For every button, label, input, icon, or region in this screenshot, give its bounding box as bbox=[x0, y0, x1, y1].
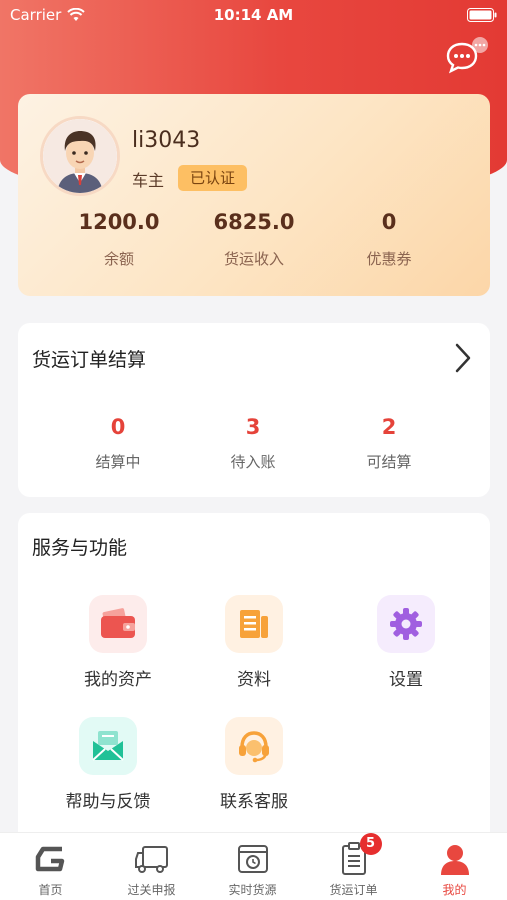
tab-mine[interactable]: 我的 bbox=[404, 841, 505, 898]
document-icon bbox=[225, 595, 283, 653]
role-label: 车主 bbox=[132, 171, 165, 190]
truck-icon bbox=[134, 841, 170, 877]
freight-income-value: 6825.0 bbox=[213, 210, 295, 234]
service-help-feedback[interactable]: 帮助与反馈 bbox=[38, 717, 178, 812]
service-contact-support-label: 联系客服 bbox=[220, 792, 288, 812]
freight-income-stat[interactable]: 6825.0 货运收入 bbox=[189, 210, 319, 269]
mail-icon bbox=[79, 717, 137, 775]
tab-customs-declaration-label: 过关申报 bbox=[127, 883, 176, 897]
verified-badge: 已认证 bbox=[178, 165, 248, 191]
tab-home[interactable]: 首页 bbox=[0, 841, 101, 898]
service-settings[interactable]: 设置 bbox=[336, 595, 476, 690]
tab-customs-declaration[interactable]: 过关申报 bbox=[101, 841, 202, 898]
settleable-label: 可结算 bbox=[366, 453, 412, 471]
freight-income-label: 货运收入 bbox=[223, 250, 284, 268]
service-profile-data[interactable]: 资料 bbox=[184, 595, 324, 690]
service-settings-label: 设置 bbox=[389, 670, 423, 690]
settleable-stat[interactable]: 2 可结算 bbox=[324, 415, 454, 472]
settling-label: 结算中 bbox=[95, 453, 141, 471]
services-card: 服务与功能 我的资产 资料 设置 帮助与反馈 联系客服 bbox=[18, 513, 490, 843]
pending-stat[interactable]: 3 待入账 bbox=[188, 415, 318, 472]
settlement-title: 货运订单结算 bbox=[32, 349, 147, 371]
settleable-value: 2 bbox=[381, 415, 397, 439]
freight-orders-badge: 5 bbox=[359, 833, 382, 855]
tab-freight-orders-label: 货运订单 bbox=[329, 883, 378, 897]
messages-button[interactable] bbox=[446, 36, 494, 76]
tab-live-cargo[interactable]: 实时货源 bbox=[202, 841, 303, 898]
bottom-tab-bar: 首页 过关申报 实时货源 5 货运订单 我的 bbox=[0, 832, 507, 900]
service-my-assets[interactable]: 我的资产 bbox=[48, 595, 188, 690]
balance-label: 余额 bbox=[103, 250, 134, 268]
pending-label: 待入账 bbox=[230, 453, 276, 471]
pending-value: 3 bbox=[245, 415, 261, 439]
wallet-icon bbox=[89, 595, 147, 653]
chevron-right-icon[interactable] bbox=[452, 341, 474, 375]
battery-icon bbox=[467, 8, 497, 22]
username: li3043 bbox=[132, 128, 201, 153]
settling-value: 0 bbox=[110, 415, 126, 439]
status-bar: Carrier 10:14 AM bbox=[0, 0, 507, 30]
chat-bubble-icon bbox=[446, 37, 488, 74]
profile-card[interactable]: li3043 车主 已认证 1200.0 余额 6825.0 货运收入 0 优惠… bbox=[18, 94, 490, 296]
tab-live-cargo-label: 实时货源 bbox=[228, 883, 277, 897]
service-contact-support[interactable]: 联系客服 bbox=[184, 717, 324, 812]
balance-stat[interactable]: 1200.0 余额 bbox=[54, 210, 184, 269]
status-time: 10:14 AM bbox=[213, 6, 294, 24]
tab-mine-label: 我的 bbox=[442, 883, 467, 897]
coupon-value: 0 bbox=[381, 210, 397, 234]
settlement-card: 货运订单结算 0 结算中 3 待入账 2 可结算 bbox=[18, 323, 490, 497]
tab-home-label: 首页 bbox=[38, 883, 63, 897]
services-title: 服务与功能 bbox=[32, 537, 128, 559]
service-help-feedback-label: 帮助与反馈 bbox=[65, 792, 151, 812]
clock-box-icon bbox=[235, 841, 271, 877]
service-my-assets-label: 我的资产 bbox=[84, 670, 152, 690]
clipboard-icon: 5 bbox=[336, 833, 382, 877]
settling-stat[interactable]: 0 结算中 bbox=[53, 415, 183, 472]
home-logo-icon bbox=[33, 841, 69, 877]
service-profile-data-label: 资料 bbox=[237, 670, 271, 690]
balance-value: 1200.0 bbox=[78, 210, 160, 234]
avatar[interactable] bbox=[40, 116, 120, 196]
coupon-stat[interactable]: 0 优惠券 bbox=[324, 210, 454, 269]
avatar-illustration bbox=[43, 119, 117, 193]
tab-freight-orders[interactable]: 5 货运订单 bbox=[303, 833, 404, 898]
user-icon bbox=[437, 841, 473, 877]
gear-icon bbox=[377, 595, 435, 653]
coupon-label: 优惠券 bbox=[366, 250, 412, 268]
headset-icon bbox=[225, 717, 283, 775]
